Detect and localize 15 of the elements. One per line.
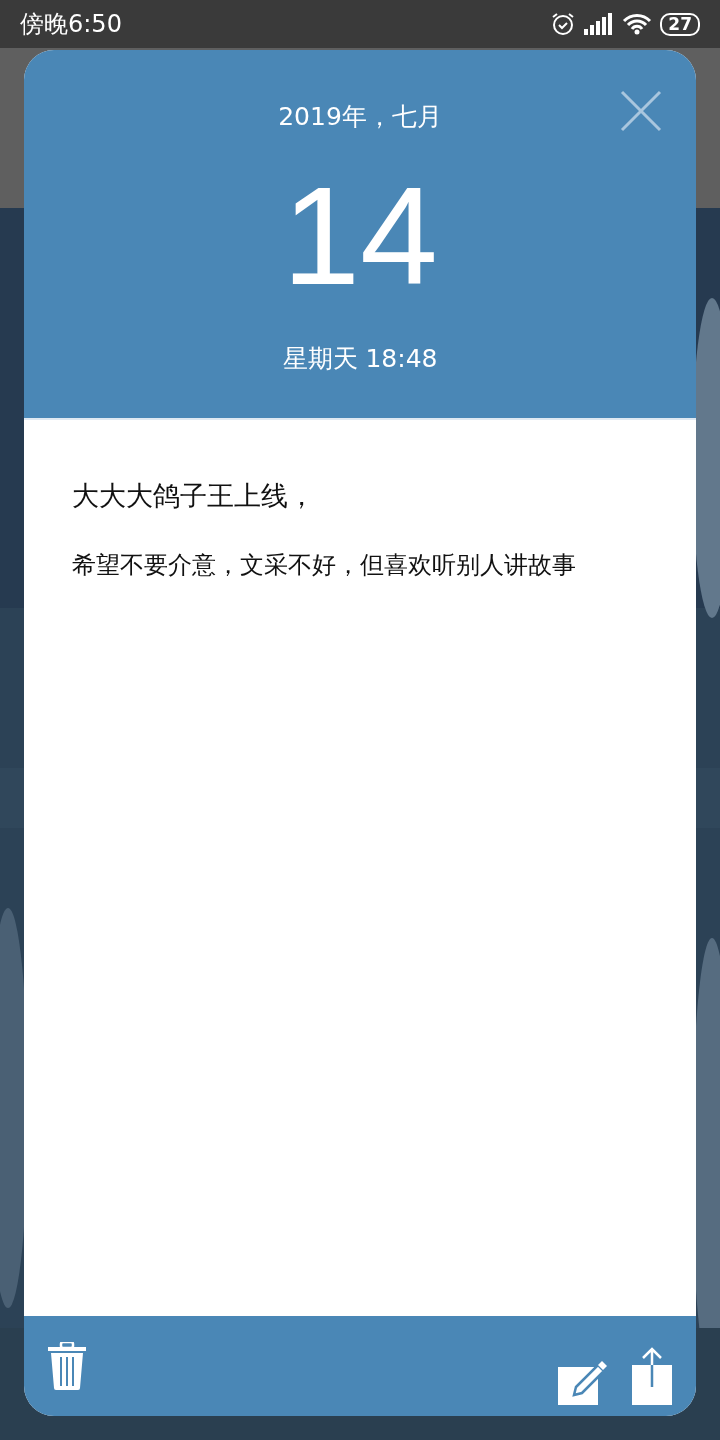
month-year: 2019年，七月 [278,101,442,133]
share-icon [632,1347,672,1405]
status-time: 傍晚6:50 [20,9,122,40]
battery-level: 27 [660,12,700,36]
delete-button[interactable] [48,1342,86,1390]
close-icon [620,90,662,132]
note-body: 希望不要介意，文采不好，但喜欢听别人讲故事 [72,549,577,581]
weekday-time: 星期天 18:48 [282,342,438,375]
trash-icon [48,1342,86,1390]
wifi-icon [622,13,653,35]
day-number: 14 [282,165,438,306]
share-button[interactable] [632,1347,672,1405]
close-button[interactable] [620,90,662,132]
note-title: 大大大鸽子王上线， [72,479,316,513]
signal-icon [584,13,615,35]
